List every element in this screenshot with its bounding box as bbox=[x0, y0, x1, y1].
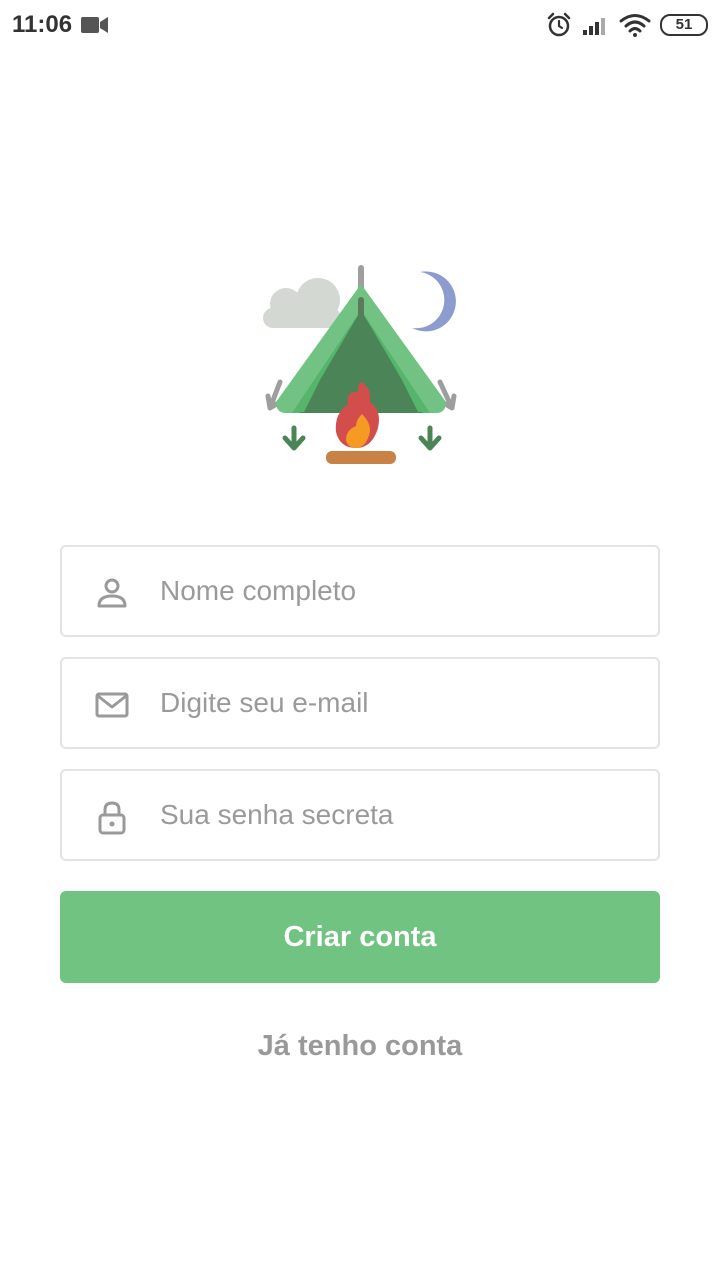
moon-icon bbox=[412, 271, 456, 332]
cloud-icon bbox=[263, 278, 341, 328]
create-account-button[interactable]: Criar conta bbox=[60, 891, 660, 983]
name-field[interactable] bbox=[60, 545, 660, 637]
password-field[interactable] bbox=[60, 769, 660, 861]
user-icon bbox=[94, 575, 130, 611]
name-input[interactable] bbox=[160, 565, 640, 617]
email-input[interactable] bbox=[160, 677, 640, 729]
wifi-icon bbox=[619, 13, 651, 42]
lock-icon bbox=[94, 799, 130, 835]
login-link[interactable]: Já tenho conta bbox=[160, 1020, 560, 1072]
signal-icon bbox=[582, 14, 610, 41]
alarm-icon bbox=[546, 12, 572, 43]
status-bar: 11:06 51 bbox=[0, 0, 720, 52]
email-field[interactable] bbox=[60, 657, 660, 749]
password-input[interactable] bbox=[160, 789, 640, 841]
status-time: 11:06 bbox=[12, 11, 73, 38]
battery-indicator: 51 bbox=[660, 14, 708, 36]
camping-tent-icon bbox=[260, 262, 460, 472]
video-camera-icon bbox=[81, 15, 109, 40]
mail-icon bbox=[94, 687, 130, 723]
